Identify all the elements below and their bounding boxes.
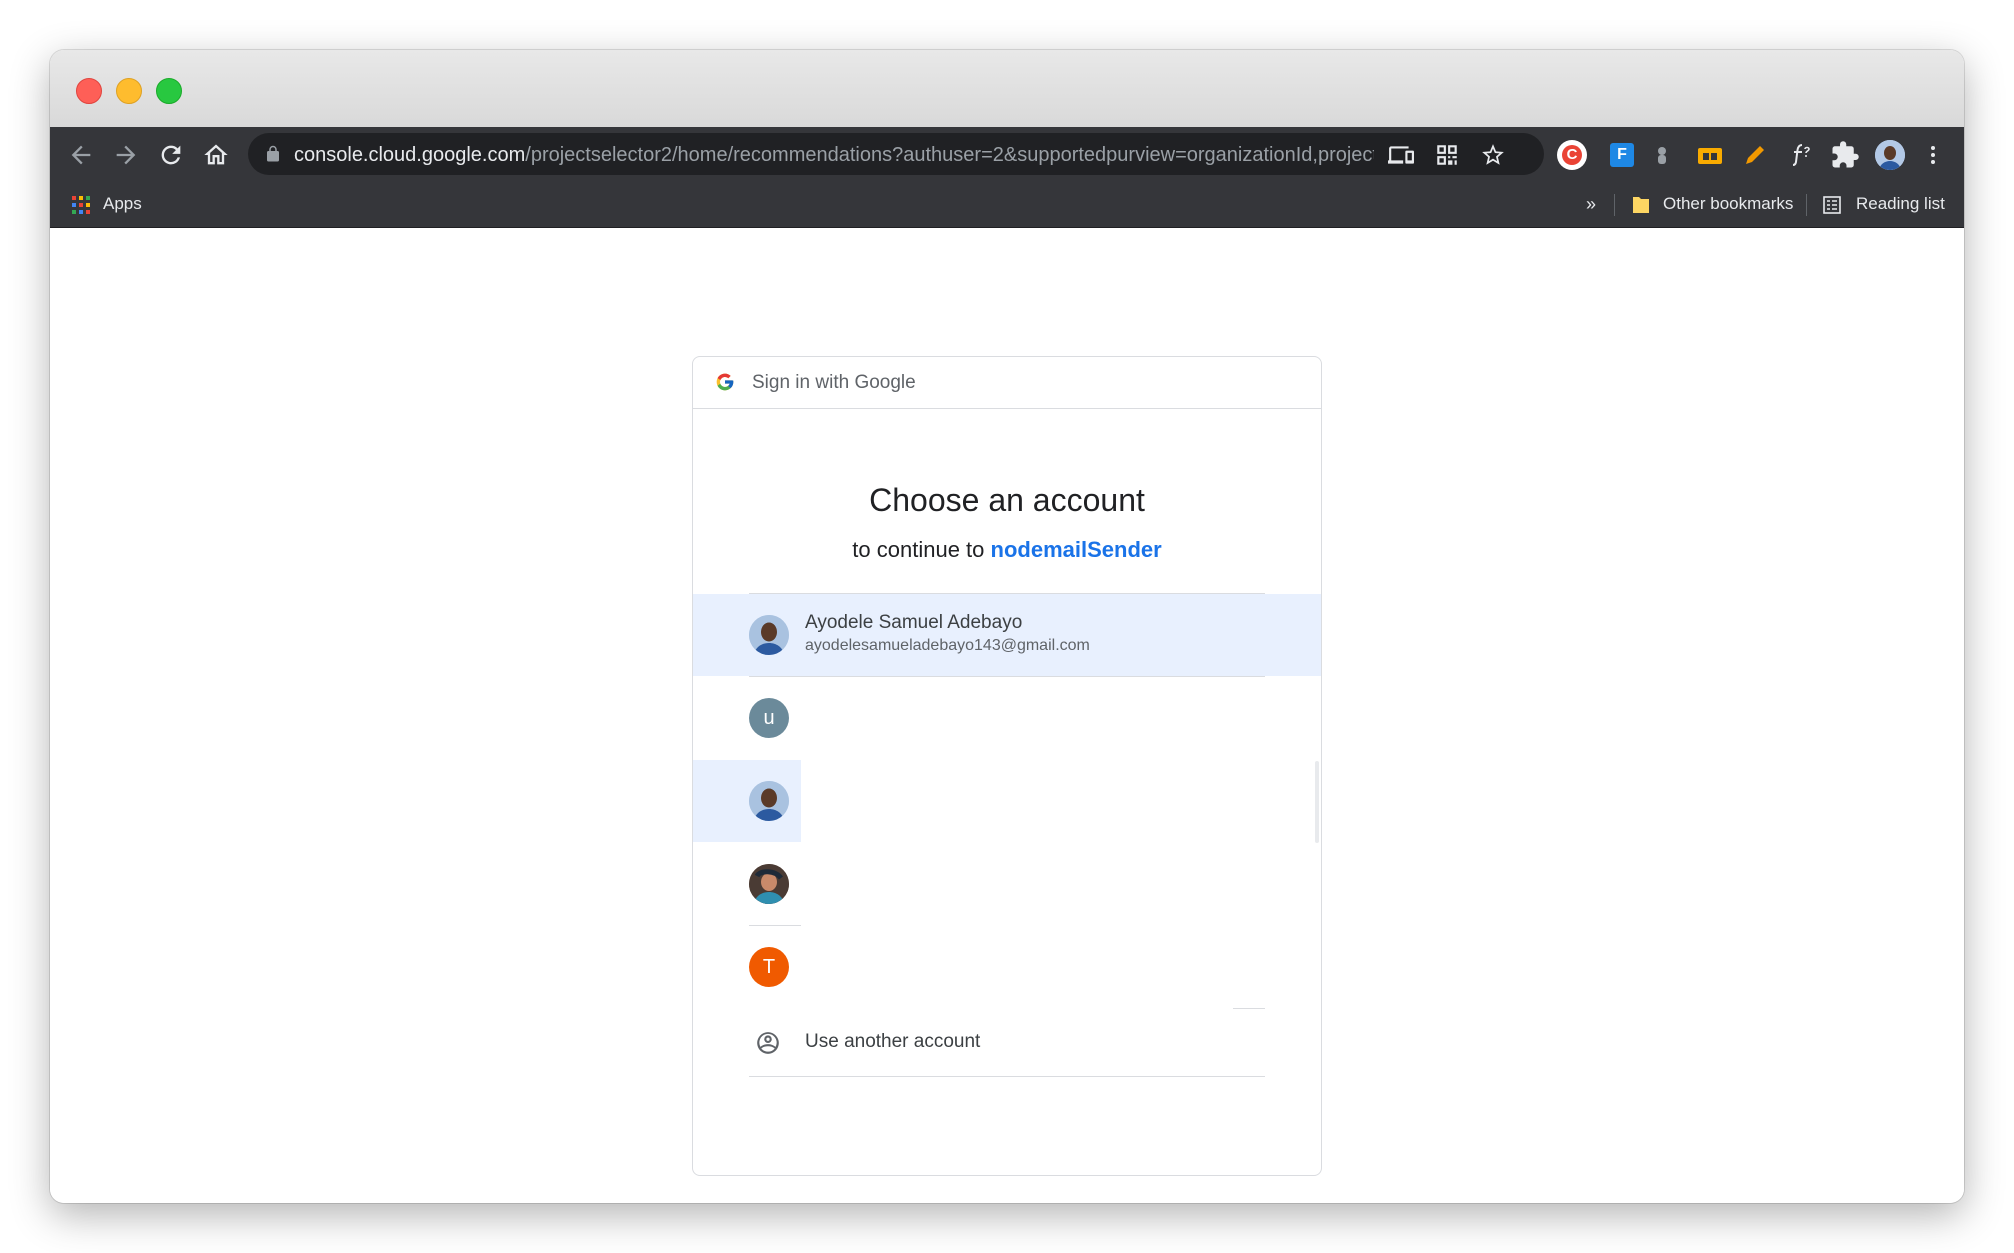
app-name-link[interactable]: nodemailSender <box>991 537 1162 562</box>
bookmarks-bar: Apps » Other bookmarks Reading list <box>50 182 1964 228</box>
extension-f-letter: F <box>1610 143 1634 167</box>
chrome-menu-button[interactable] <box>1918 140 1948 170</box>
extension-folder-icon[interactable] <box>1695 140 1725 170</box>
extension-c-letter: C <box>1562 145 1582 165</box>
bookmarks-divider-2 <box>1806 194 1807 216</box>
arrow-right-icon <box>116 145 136 165</box>
avatar <box>749 864 789 904</box>
bookmark-star-icon[interactable] <box>1480 142 1506 168</box>
bookmarks-divider <box>1614 194 1615 216</box>
home-icon <box>204 144 228 165</box>
profile-photo-icon <box>1875 140 1905 170</box>
user-photo-icon <box>749 864 789 904</box>
minimize-window-button[interactable] <box>116 78 142 104</box>
card-header-label: Sign in with Google <box>752 372 916 393</box>
reload-button[interactable] <box>157 141 185 169</box>
more-bookmarks-button[interactable]: » <box>1586 194 1596 214</box>
divider <box>749 1076 1265 1077</box>
card-header: Sign in with Google <box>693 357 1321 409</box>
browser-window: console.cloud.google.com/projectselector… <box>50 50 1964 1203</box>
account-name: Ayodele Samuel Adebayo <box>805 612 1023 633</box>
browser-toolbar: console.cloud.google.com/projectselector… <box>50 127 1964 182</box>
avatar <box>749 781 789 821</box>
other-bookmarks-label[interactable]: Other bookmarks <box>1663 194 1793 214</box>
account-email: ayodelesamueladebayo143@gmail.com <box>805 637 1090 654</box>
user-photo-icon <box>749 781 789 821</box>
account-row-4[interactable] <box>693 843 1321 925</box>
close-window-button[interactable] <box>76 78 102 104</box>
avatar <box>749 615 789 655</box>
avatar-letter-t: T <box>749 947 789 987</box>
extension-formula-icon[interactable] <box>1785 140 1815 170</box>
subtitle: to continue to nodemailSender <box>693 537 1321 563</box>
extensions-puzzle-icon[interactable] <box>1830 140 1860 170</box>
subtitle-prefix: to continue to <box>852 537 985 562</box>
account-row-3[interactable] <box>693 760 1321 842</box>
cast-devices-icon[interactable] <box>1388 142 1414 168</box>
url-host: console.cloud.google.com <box>294 144 526 166</box>
apps-bookmark-label[interactable]: Apps <box>103 194 142 214</box>
title-bar <box>50 50 1964 127</box>
page-content: Sign in with Google Choose an account to… <box>50 228 1964 1203</box>
reading-list-icon <box>1823 196 1841 214</box>
folder-icon <box>1633 197 1649 213</box>
account-row-5[interactable]: T <box>693 926 1321 1008</box>
address-bar[interactable]: console.cloud.google.com/projectselector… <box>248 133 1544 175</box>
extension-grey-icon[interactable] <box>1647 140 1677 170</box>
lock-icon <box>267 145 279 162</box>
home-button[interactable] <box>202 141 230 169</box>
account-row-1[interactable]: Ayodele Samuel Adebayo ayodelesamueladeb… <box>693 594 1321 676</box>
page-title: Choose an account <box>869 482 1145 518</box>
extension-f-icon[interactable]: F <box>1607 140 1637 170</box>
url-text: console.cloud.google.com/projectselector… <box>294 143 1374 167</box>
qr-code-icon[interactable] <box>1434 142 1460 168</box>
google-g-icon <box>716 373 734 391</box>
zoom-window-button[interactable] <box>156 78 182 104</box>
arrow-left-icon <box>71 145 91 165</box>
avatar-letter-u: u <box>749 698 789 738</box>
more-vertical-icon <box>1931 146 1935 164</box>
apps-grid-icon[interactable] <box>71 195 91 215</box>
signin-card: Sign in with Google Choose an account to… <box>692 356 1322 1176</box>
account-row-2[interactable]: u <box>693 677 1321 759</box>
use-another-account-label: Use another account <box>805 1031 981 1052</box>
scrollbar[interactable] <box>1315 761 1319 843</box>
use-another-account-row[interactable]: Use another account <box>693 1009 1321 1076</box>
account-circle-icon <box>757 1032 779 1054</box>
forward-button[interactable] <box>112 141 140 169</box>
reload-icon <box>161 145 181 165</box>
back-button[interactable] <box>67 141 95 169</box>
extension-c-icon[interactable]: C <box>1557 140 1587 170</box>
extension-pencil-icon[interactable] <box>1740 140 1770 170</box>
reading-list-label[interactable]: Reading list <box>1856 194 1945 214</box>
url-path: /projectselector2/home/recommendations?a… <box>525 144 1374 166</box>
user-photo-icon <box>749 615 789 655</box>
profile-avatar[interactable] <box>1875 140 1905 170</box>
